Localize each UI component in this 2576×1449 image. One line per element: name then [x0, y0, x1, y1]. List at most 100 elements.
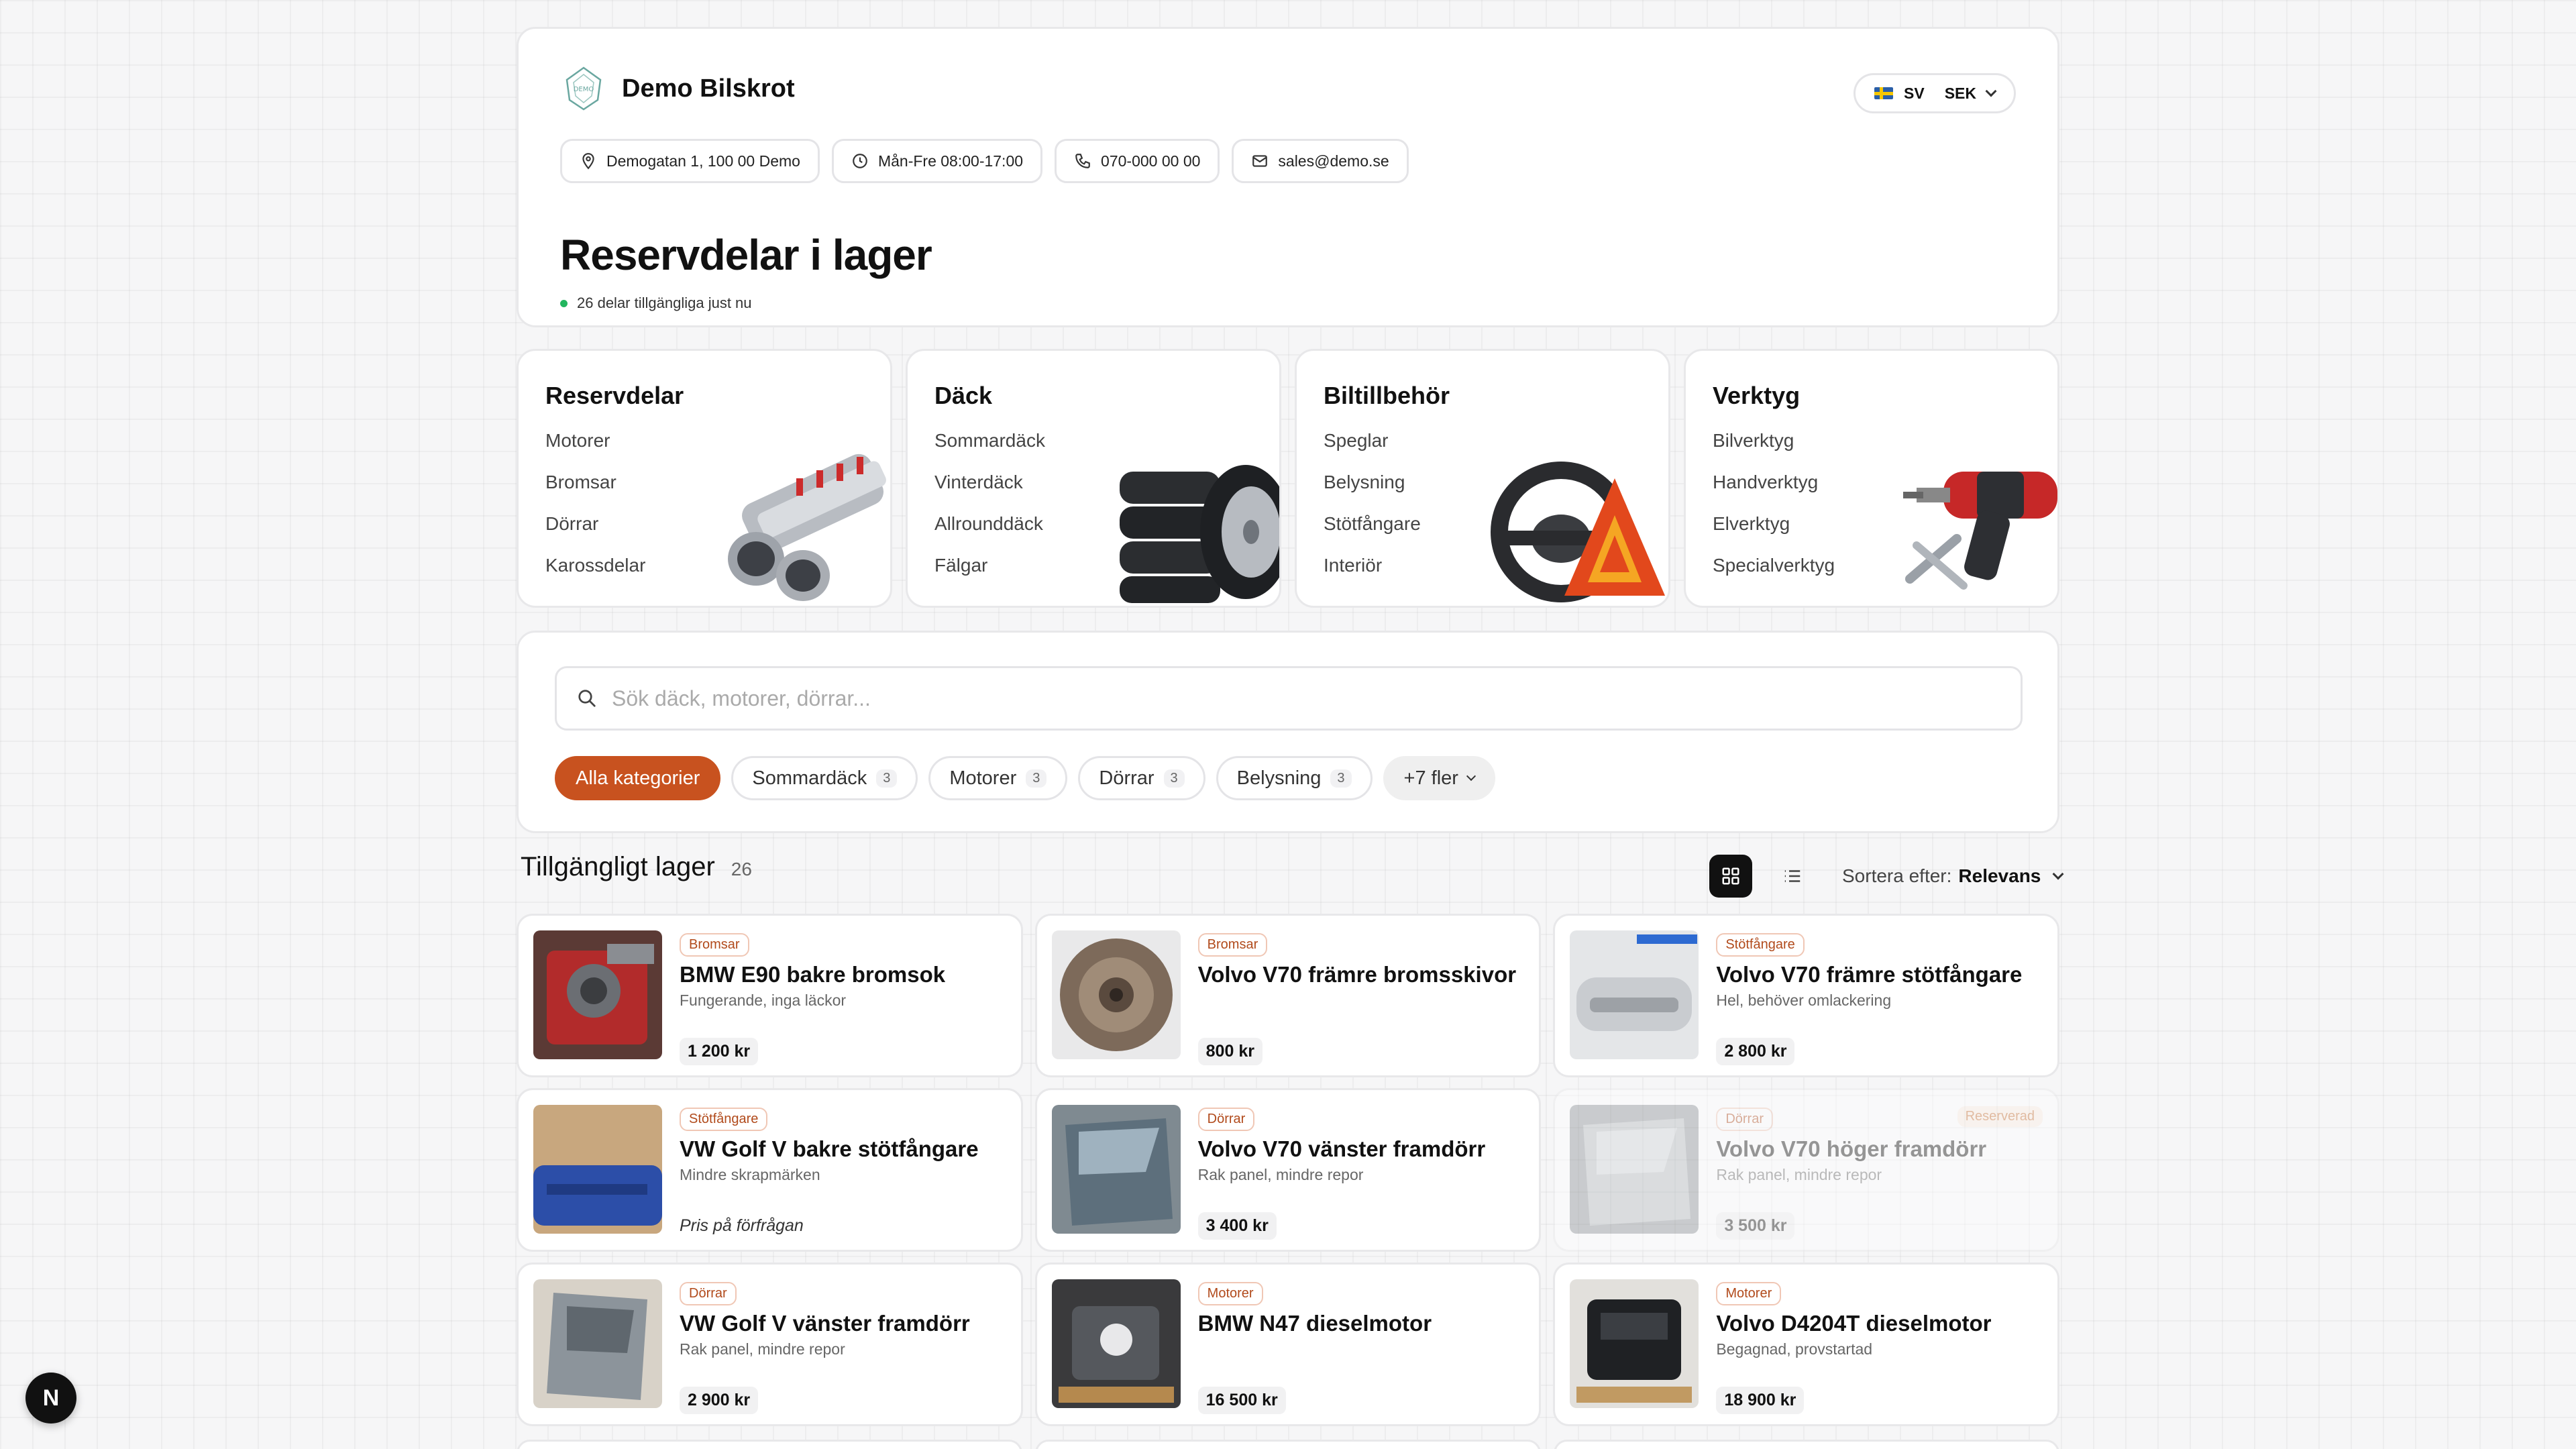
product-card[interactable]: Motorer Volvo D4204T dieselmotor Begagna… — [1553, 1263, 2059, 1426]
mail-icon — [1252, 155, 1268, 167]
drill-image — [1903, 472, 2057, 590]
chip-count: 3 — [876, 769, 898, 788]
product-category-tag: Stötfångare — [1716, 933, 1805, 957]
email-pill[interactable]: sales@demo.se — [1232, 139, 1409, 183]
shop-name: Demo Bilskrot — [622, 74, 795, 103]
swedish-flag-icon — [1874, 87, 1894, 99]
phone-text: 070-000 00 00 — [1101, 152, 1201, 170]
category-card-reservdelar[interactable]: Reservdelar Motorer Bromsar Dörrar Karos… — [517, 349, 892, 608]
product-title: VW Golf V vänster framdörr — [680, 1311, 970, 1336]
category-card-biltillbehor[interactable]: Biltillbehör Speglar Belysning Stötfånga… — [1295, 349, 1670, 608]
product-card[interactable]: Bromsar Volvo V70 främre bromsskivor 800… — [1034, 914, 1542, 1077]
product-title: Volvo V70 vänster framdörr — [1197, 1136, 1486, 1161]
product-card[interactable]: Stötfångare Volvo V70 främre stötfångare… — [1553, 914, 2059, 1077]
grid-icon — [1722, 867, 1739, 885]
chip-label: Sommardäck — [752, 767, 867, 789]
product-card[interactable]: Dörrar VW Golf V vänster framdörr Rak pa… — [517, 1263, 1023, 1426]
address-pill[interactable]: Demogatan 1, 100 00 Demo — [560, 139, 820, 183]
chip-label: Alla kategorier — [576, 767, 700, 789]
product-card-partial[interactable] — [1035, 1440, 1541, 1449]
product-title: VW Golf V bakre stötfångare — [680, 1136, 979, 1161]
listing-header: Tillgängligt lager 26 — [521, 852, 752, 882]
category-link[interactable]: Speglar — [1324, 430, 1668, 451]
product-card[interactable]: Stötfångare VW Golf V bakre stötfångare … — [517, 1088, 1023, 1252]
product-image — [1051, 1279, 1181, 1408]
svg-text:DEMO: DEMO — [574, 86, 594, 93]
chip-label: Belysning — [1236, 767, 1322, 789]
product-category-tag: Bromsar — [1197, 933, 1268, 957]
product-image — [1570, 1105, 1699, 1234]
product-price: 2 900 kr — [680, 1387, 759, 1414]
list-view-button[interactable] — [1771, 855, 1814, 898]
product-title: Volvo V70 främre stötfångare — [1716, 962, 2023, 987]
product-image — [1051, 1105, 1181, 1234]
chip-all-categories[interactable]: Alla kategorier — [555, 756, 721, 800]
product-price: 3 400 kr — [1197, 1212, 1277, 1240]
category-cards: Reservdelar Motorer Bromsar Dörrar Karos… — [517, 349, 2059, 608]
sort-label: Sortera efter: — [1842, 865, 1952, 886]
product-description: Begagnad, provstartad — [1716, 1340, 1873, 1358]
chip-dorrar[interactable]: Dörrar 3 — [1078, 756, 1205, 800]
product-grid: Bromsar BMW E90 bakre bromsok Fungerande… — [517, 914, 2059, 1426]
product-description: Rak panel, mindre repor — [680, 1340, 845, 1358]
chip-count: 3 — [1330, 769, 1352, 788]
product-price: 2 800 kr — [1716, 1038, 1795, 1065]
dev-tools-badge[interactable]: N — [25, 1373, 76, 1424]
listing-count: 26 — [731, 859, 752, 879]
chip-sommardack[interactable]: Sommardäck 3 — [731, 756, 918, 800]
hours-pill[interactable]: Mån-Fre 08:00-17:00 — [831, 139, 1043, 183]
product-description: Hel, behöver omlackering — [1716, 991, 1892, 1009]
product-description: Rak panel, mindre repor — [1716, 1166, 1882, 1183]
product-description: Rak panel, mindre repor — [1197, 1166, 1364, 1183]
category-title: Verktyg — [1713, 382, 1801, 409]
product-image — [1051, 930, 1181, 1059]
product-category-tag: Dörrar — [680, 1282, 737, 1305]
product-price: 800 kr — [1197, 1038, 1263, 1065]
chip-count: 3 — [1163, 769, 1185, 788]
chip-belysning[interactable]: Belysning 3 — [1216, 756, 1373, 800]
product-description: Fungerande, inga läckor — [680, 991, 847, 1009]
sort-dropdown[interactable]: Sortera efter: Relevans — [1842, 865, 2064, 887]
product-card-reserved[interactable]: Dörrar Volvo V70 höger framdörr Rak pane… — [1553, 1088, 2059, 1252]
search-input[interactable] — [612, 686, 1886, 711]
language-currency-selector[interactable]: SV SEK — [1854, 73, 2016, 113]
listing-title: Tillgängligt lager — [521, 852, 715, 881]
product-category-tag: Motorer — [1716, 1282, 1782, 1305]
product-title: Volvo V70 främre bromsskivor — [1197, 962, 1517, 987]
category-link[interactable]: Sommardäck — [934, 430, 1279, 451]
category-card-dack[interactable]: Däck Sommardäck Vinterdäck Allrounddäck … — [906, 349, 1281, 608]
product-title: BMW N47 dieselmotor — [1197, 1311, 1432, 1336]
tires-image — [1120, 465, 1279, 603]
chip-motorer[interactable]: Motorer 3 — [928, 756, 1068, 800]
logo-icon: DEMO — [566, 66, 602, 111]
steering-wheel-image — [1491, 462, 1665, 602]
clock-icon — [853, 154, 867, 168]
category-card-verktyg[interactable]: Verktyg Bilverktyg Handverktyg Elverktyg… — [1684, 349, 2059, 608]
brand[interactable]: DEMO Demo Bilskrot — [560, 65, 795, 112]
hours-text: Mån-Fre 08:00-17:00 — [877, 152, 1024, 170]
product-card[interactable]: Bromsar BMW E90 bakre bromsok Fungerande… — [517, 914, 1023, 1077]
chip-label: Motorer — [949, 767, 1017, 789]
product-image — [1570, 1279, 1699, 1408]
chip-label: +7 fler — [1403, 767, 1458, 789]
search-box[interactable] — [555, 666, 2023, 731]
product-card[interactable]: Motorer BMW N47 dieselmotor 16 500 kr — [1034, 1263, 1542, 1426]
product-card[interactable]: Dörrar Volvo V70 vänster framdörr Rak pa… — [1034, 1088, 1542, 1252]
phone-icon — [1075, 154, 1090, 168]
product-image — [533, 1279, 662, 1408]
reserved-badge: Reserverad — [1957, 1106, 2043, 1127]
sort-value: Relevans — [1958, 865, 2041, 886]
status-dot-icon — [560, 299, 568, 307]
chip-more-categories[interactable]: +7 fler — [1383, 756, 1495, 800]
search-panel: Alla kategorier Sommardäck 3 Motorer 3 D… — [517, 631, 2059, 833]
product-title: BMW E90 bakre bromsok — [680, 962, 946, 987]
category-filter-chips: Alla kategorier Sommardäck 3 Motorer 3 D… — [555, 756, 1495, 800]
grid-view-button[interactable] — [1709, 855, 1752, 898]
product-card-partial[interactable] — [517, 1440, 1022, 1449]
page-title: Reservdelar i lager — [560, 231, 932, 279]
product-card-partial[interactable] — [1554, 1440, 2059, 1449]
category-link[interactable]: Motorer — [545, 430, 890, 451]
phone-pill[interactable]: 070-000 00 00 — [1055, 139, 1220, 183]
product-category-tag: Motorer — [1197, 1282, 1263, 1305]
product-category-tag: Dörrar — [1716, 1108, 1773, 1131]
